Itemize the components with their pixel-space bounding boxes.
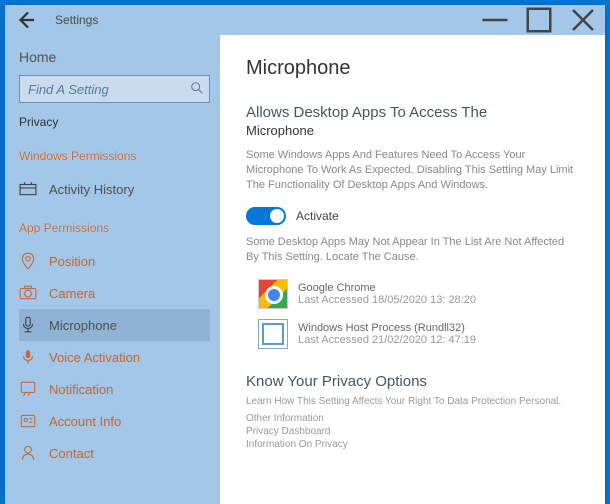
camera-icon — [19, 284, 37, 302]
app-item: Google Chrome Last Accessed 18/05/2020 1… — [258, 279, 579, 309]
history-icon — [19, 180, 37, 198]
sidebar: Home Privacy Windows Permissions Activit… — [5, 35, 220, 504]
sidebar-item-position[interactable]: Position — [19, 245, 210, 277]
app-last-accessed: Last Accessed 21/02/2020 12: 47:19 — [298, 334, 476, 346]
sidebar-item-notification[interactable]: Notification — [19, 373, 210, 405]
sidebar-item-camera[interactable]: Camera — [19, 277, 210, 309]
sidebar-item-account-info[interactable]: Account Info — [19, 405, 210, 437]
description-2: Some Desktop Apps May Not Appear In The … — [246, 235, 579, 265]
section-app-permissions: App Permissions — [19, 221, 210, 235]
page-title: Microphone — [246, 57, 579, 80]
app-last-accessed: Last Accessed 18/05/2020 13: 28:20 — [298, 294, 476, 306]
location-icon — [19, 252, 37, 270]
titlebar: Settings — [5, 5, 605, 35]
privacy-options-desc: Learn How This Setting Affects Your Righ… — [246, 396, 579, 407]
section-heading-line2: Microphone — [246, 123, 579, 138]
sidebar-item-contact[interactable]: Contact — [19, 437, 210, 469]
notification-icon — [19, 380, 37, 398]
toggle-row: Activate — [246, 207, 579, 225]
contact-icon — [19, 444, 37, 462]
maximize-button[interactable] — [517, 5, 561, 35]
search-input[interactable] — [19, 75, 210, 103]
close-button[interactable] — [561, 5, 605, 35]
link-other-info[interactable]: Other Information — [246, 413, 579, 424]
sidebar-item-label: Notification — [49, 382, 113, 397]
app-name: Windows Host Process (Rundll32) — [298, 322, 476, 334]
sidebar-item-microphone[interactable]: Microphone — [19, 309, 210, 341]
minimize-icon — [473, 5, 517, 35]
section-windows-permissions: Windows Permissions — [19, 149, 210, 163]
toggle-label: Activate — [296, 209, 339, 223]
account-icon — [19, 412, 37, 430]
window-title: Settings — [55, 13, 98, 27]
back-button[interactable] — [13, 8, 37, 32]
description: Some Windows Apps And Features Need To A… — [246, 148, 579, 193]
search-wrap — [19, 75, 210, 103]
app-item: Windows Host Process (Rundll32) Last Acc… — [258, 319, 579, 349]
maximize-icon — [517, 5, 561, 35]
chrome-icon — [258, 279, 288, 309]
sidebar-item-label: Voice Activation — [49, 350, 140, 365]
voice-icon — [19, 348, 37, 366]
app-name: Google Chrome — [298, 282, 476, 294]
sidebar-item-label: Account Info — [49, 414, 121, 429]
sidebar-item-activity-history[interactable]: Activity History — [19, 173, 210, 205]
process-icon — [258, 319, 288, 349]
section-heading: Allows Desktop Apps To Access The — [246, 104, 579, 121]
minimize-button[interactable] — [473, 5, 517, 35]
search-icon — [190, 81, 204, 95]
sidebar-item-voice-activation[interactable]: Voice Activation — [19, 341, 210, 373]
content: Microphone Allows Desktop Apps To Access… — [220, 35, 605, 504]
privacy-options-heading: Know Your Privacy Options — [246, 373, 579, 390]
sidebar-item-label: Activity History — [49, 182, 134, 197]
sidebar-item-label: Contact — [49, 446, 94, 461]
sidebar-item-label: Position — [49, 254, 95, 269]
sidebar-item-label: Camera — [49, 286, 95, 301]
app-list: Google Chrome Last Accessed 18/05/2020 1… — [258, 279, 579, 349]
link-privacy-dashboard[interactable]: Privacy Dashboard — [246, 426, 579, 437]
window-controls — [473, 5, 605, 35]
microphone-icon — [19, 316, 37, 334]
close-icon — [561, 5, 605, 35]
arrow-left-icon — [13, 8, 37, 32]
home-link[interactable]: Home — [19, 49, 210, 65]
settings-window: Settings Home Privacy Windows Per — [5, 5, 605, 504]
sidebar-item-label: Microphone — [49, 318, 117, 333]
link-privacy-info[interactable]: Information On Privacy — [246, 439, 579, 450]
allow-desktop-toggle[interactable] — [246, 207, 286, 225]
breadcrumb: Privacy — [19, 115, 210, 129]
